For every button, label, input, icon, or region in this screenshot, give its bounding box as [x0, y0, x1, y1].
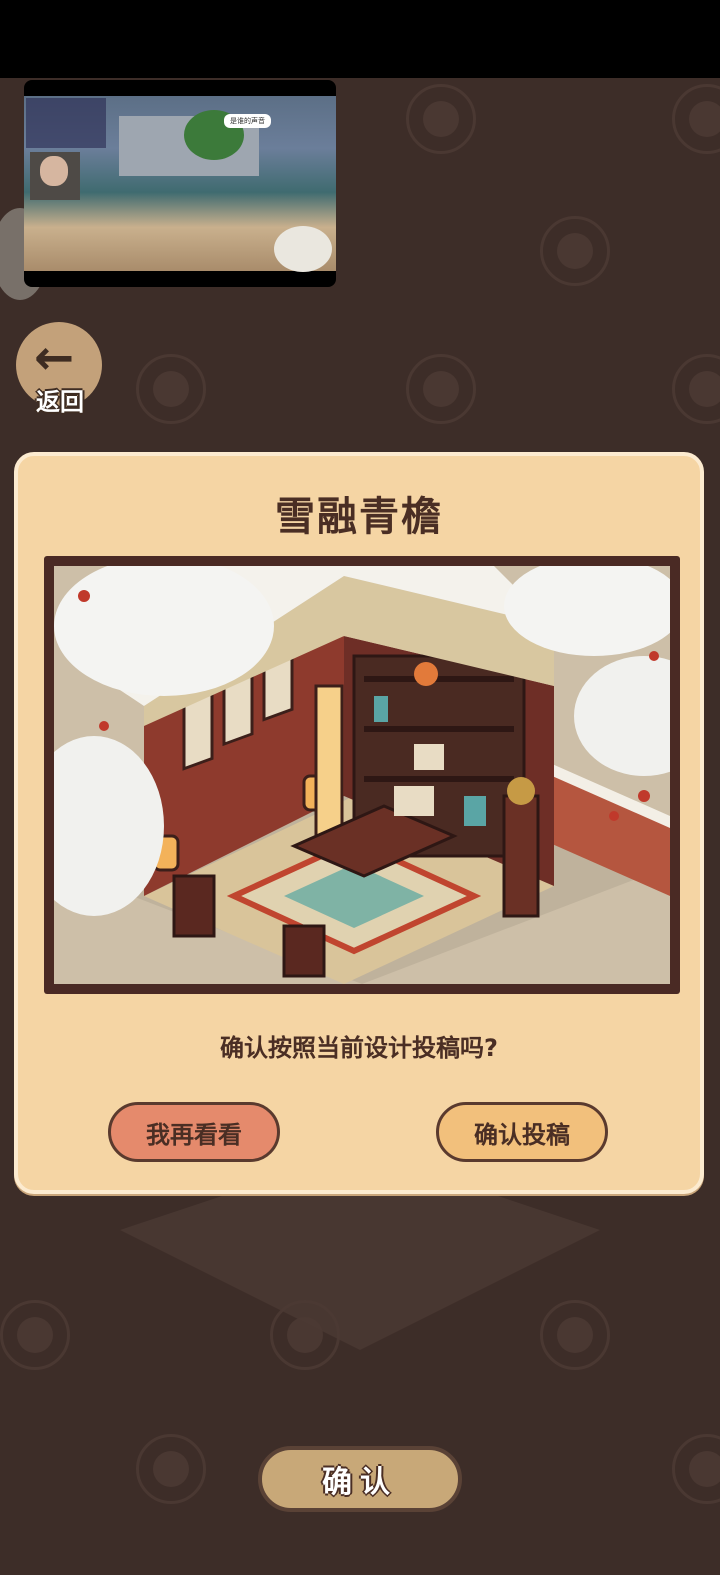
- stream-chat-overlay: [26, 98, 106, 148]
- sun-ornament-icon: [136, 1434, 206, 1504]
- confirm-submit-button[interactable]: 确认投稿: [436, 1102, 608, 1162]
- sun-ornament-icon: [672, 1434, 720, 1504]
- design-preview-image: [54, 566, 670, 984]
- sun-ornament-icon: [672, 84, 720, 154]
- stream-speech-bubble: 是谁的声音: [224, 114, 271, 128]
- sun-ornament-icon: [540, 216, 610, 286]
- streamer-face: [40, 156, 68, 186]
- confirm-button[interactable]: 确认: [258, 1446, 462, 1512]
- sun-ornament-icon: [540, 1300, 610, 1370]
- review-again-button[interactable]: 我再看看: [108, 1102, 280, 1162]
- back-button[interactable]: ← 返回: [16, 322, 106, 416]
- arrow-left-icon: ←: [34, 330, 75, 386]
- stream-minimap: [274, 226, 332, 272]
- submit-dialog: 雪融青檐 确认按照当前设计投稿吗? 我再看看 确认投稿: [14, 452, 704, 1194]
- stream-game-view: 是谁的声音: [24, 96, 336, 272]
- stream-preview-window[interactable]: 是谁的声音: [24, 80, 336, 287]
- confirm-question: 确认按照当前设计投稿吗?: [220, 1034, 498, 1062]
- dialog-title: 雪融青檐: [275, 494, 443, 540]
- sun-ornament-icon: [136, 354, 206, 424]
- back-label: 返回: [36, 388, 84, 416]
- sun-ornament-icon: [0, 1300, 70, 1370]
- sun-ornament-icon: [406, 354, 476, 424]
- room-illustration: [54, 566, 670, 984]
- sun-ornament-icon: [672, 354, 720, 424]
- sun-ornament-icon: [406, 84, 476, 154]
- design-preview-frame: [44, 556, 680, 994]
- top-status-bar: [0, 0, 720, 78]
